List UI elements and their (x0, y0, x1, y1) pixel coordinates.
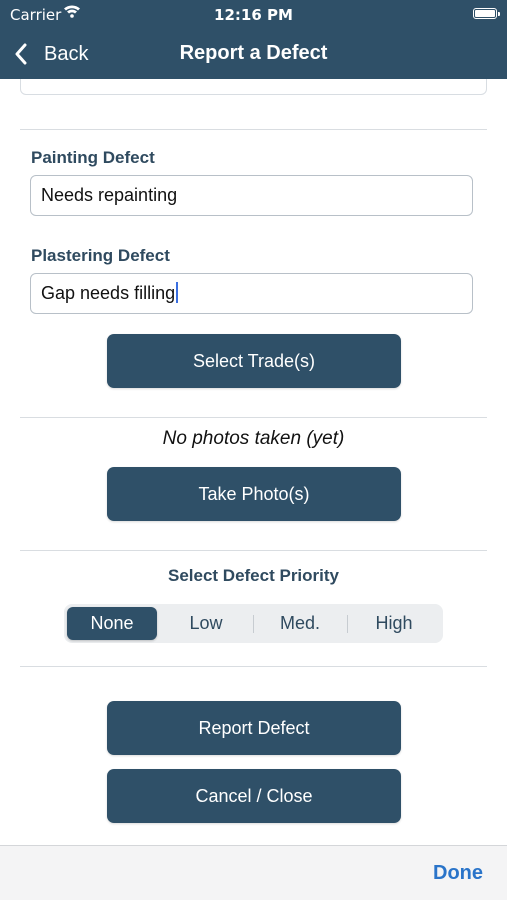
priority-med-segment[interactable]: Med. (255, 607, 345, 640)
cancel-close-button[interactable]: Cancel / Close (107, 769, 401, 823)
plastering-defect-field[interactable]: Gap needs filling (30, 273, 473, 314)
status-time: 12:16 PM (214, 6, 293, 24)
divider (20, 550, 487, 551)
priority-high-segment[interactable]: High (349, 607, 439, 640)
priority-title: Select Defect Priority (167, 566, 339, 585)
divider (20, 666, 487, 667)
status-bar: Carrier 12:16 PM (0, 0, 507, 30)
navigation-bar: Back Report a Defect (0, 30, 507, 79)
painting-defect-value: Needs repainting (41, 185, 178, 205)
photos-status-text: No photos taken (yet) (162, 428, 345, 449)
previous-field[interactable] (20, 79, 487, 95)
form-scroll-area[interactable]: Painting Defect Needs repainting Plaster… (0, 79, 507, 845)
plastering-defect-label: Plastering Defect (31, 246, 170, 265)
page-title: Report a Defect (179, 42, 328, 64)
plastering-defect-value: Gap needs filling (41, 283, 176, 303)
report-defect-button[interactable]: Report Defect (107, 701, 401, 755)
painting-defect-field[interactable]: Needs repainting (30, 175, 473, 216)
text-cursor (176, 282, 179, 303)
segment-separator (347, 615, 348, 633)
priority-none-segment[interactable]: None (67, 607, 157, 640)
done-button[interactable]: Done (433, 862, 483, 885)
segment-separator (253, 615, 254, 633)
painting-defect-label: Painting Defect (31, 148, 155, 167)
priority-low-segment[interactable]: Low (161, 607, 251, 640)
divider (20, 417, 487, 418)
select-trades-button[interactable]: Select Trade(s) (107, 334, 401, 388)
keyboard-toolbar: Done (0, 845, 507, 900)
priority-segmented-control[interactable]: None Low Med. High (64, 604, 443, 643)
take-photo-button[interactable]: Take Photo(s) (107, 467, 401, 521)
battery-icon (473, 8, 500, 19)
divider (20, 129, 487, 130)
